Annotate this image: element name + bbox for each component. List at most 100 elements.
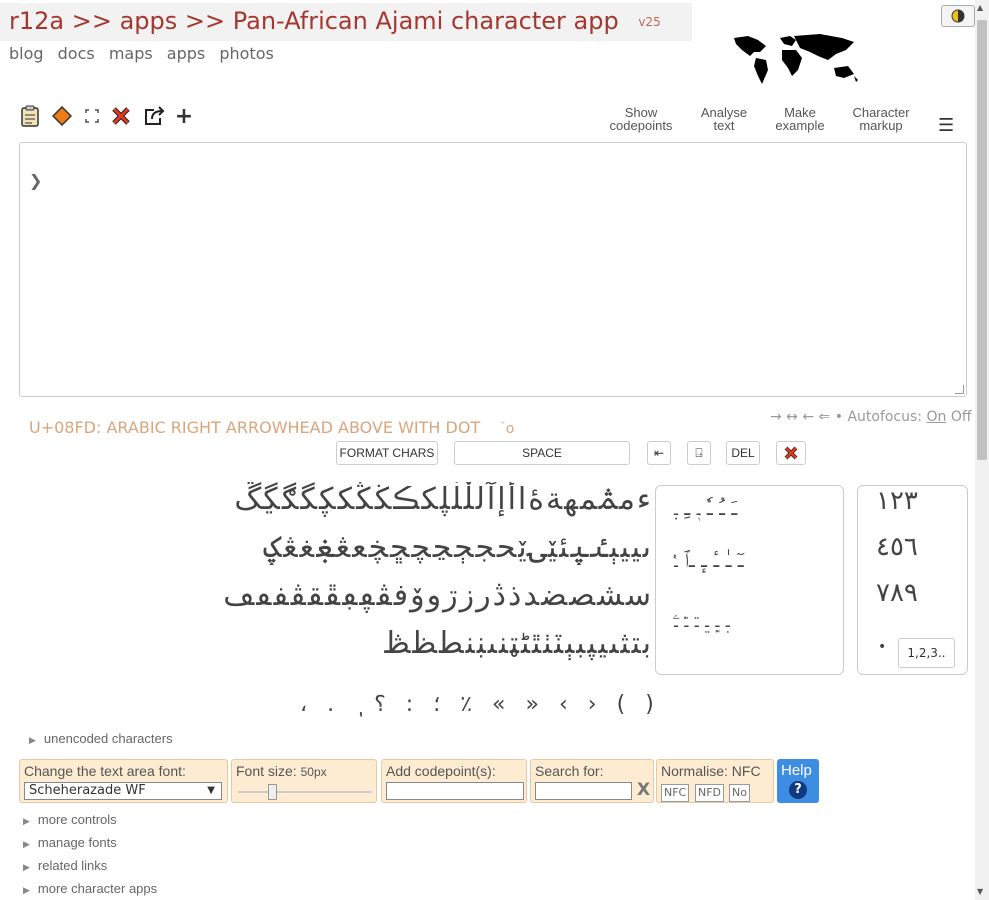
char-key[interactable]: ڿ — [369, 530, 388, 565]
char-key[interactable]: چ — [411, 530, 430, 565]
char-key[interactable]: ڠ — [336, 530, 350, 565]
more-apps-toggle[interactable]: ▶ more character apps — [23, 881, 157, 896]
ltr-mark-button[interactable]: ⇤ — [647, 441, 671, 465]
char-key[interactable]: ڭ — [356, 482, 373, 517]
char-key[interactable]: ف — [394, 578, 408, 613]
punctuation-key[interactable]: ) — [645, 692, 654, 717]
digits-row-1[interactable]: ١٢٣ — [876, 486, 918, 516]
char-key[interactable]: ڟ — [382, 626, 410, 661]
char-key[interactable]: و — [427, 578, 442, 613]
show-codepoints-button[interactable]: Show codepoints — [605, 106, 677, 132]
menu-icon[interactable]: ☰ — [938, 115, 954, 136]
char-key[interactable]: ۼ — [316, 530, 334, 565]
char-key[interactable]: ڃ — [433, 530, 452, 565]
char-key[interactable]: ي — [598, 626, 607, 661]
digits-row-3[interactable]: ٧٨٩ — [876, 578, 918, 608]
char-key[interactable]: ٸ — [590, 530, 608, 565]
char-key[interactable]: ى — [643, 530, 651, 565]
char-key[interactable]: ؼ — [264, 530, 282, 565]
char-key[interactable]: ڥ — [359, 578, 374, 613]
char-key[interactable]: ټ — [510, 626, 519, 661]
more-controls-toggle[interactable]: ▶ more controls — [23, 812, 117, 827]
char-key[interactable]: ڗ — [443, 578, 458, 613]
char-key[interactable]: ن — [466, 626, 475, 661]
char-key[interactable]: ۆ — [410, 578, 425, 613]
char-key[interactable]: ل — [476, 482, 485, 517]
bullet-char[interactable]: • — [878, 639, 886, 655]
char-key[interactable]: ٮ — [609, 626, 618, 661]
resize-handle[interactable] — [955, 385, 964, 394]
main-textarea[interactable]: ❯ — [19, 142, 967, 397]
char-key[interactable]: ڲ — [263, 482, 280, 517]
char-key[interactable]: ب — [643, 626, 651, 661]
char-key[interactable]: ۑ — [570, 530, 588, 565]
fullscreen-icon[interactable] — [80, 104, 104, 128]
scroll-up-icon[interactable]: ▲ — [977, 3, 983, 12]
char-key[interactable]: ڤ — [377, 578, 392, 613]
char-key[interactable]: ڶ — [452, 482, 462, 517]
nav-link-apps[interactable]: apps — [167, 44, 205, 63]
char-key[interactable]: س — [626, 578, 651, 613]
clear-text-button[interactable] — [776, 441, 806, 465]
char-key[interactable]: م — [619, 482, 635, 517]
related-links-toggle[interactable]: ▶ related links — [23, 858, 107, 873]
nav-link-maps[interactable]: maps — [109, 44, 153, 63]
char-key[interactable]: ࢧ — [599, 482, 617, 517]
punctuation-key[interactable]: ؛ — [433, 692, 440, 717]
format-chars-button[interactable]: FORMAT CHARS — [336, 441, 438, 465]
char-key[interactable]: ں — [488, 626, 497, 661]
punctuation-key[interactable]: : — [406, 692, 413, 717]
clear-icon[interactable] — [109, 104, 133, 128]
char-key[interactable]: ن — [499, 626, 508, 661]
punctuation-key[interactable]: » — [526, 692, 539, 717]
char-key[interactable]: ې — [609, 530, 618, 565]
char-key[interactable]: ب — [576, 626, 585, 661]
char-key[interactable]: ه — [564, 482, 578, 517]
char-key[interactable]: ظ — [412, 626, 437, 661]
punctuation-key[interactable]: › — [588, 692, 597, 717]
character-markup-button[interactable]: Character markup — [846, 106, 916, 132]
no-normalise-button[interactable]: No — [729, 784, 750, 802]
digits-row-2[interactable]: ٤٥٦ — [876, 532, 918, 562]
direction-arrows[interactable]: → ↔ ← ⇐ • — [770, 409, 843, 425]
punctuation-key[interactable]: « — [492, 692, 505, 717]
char-key[interactable]: ڄ — [454, 530, 473, 565]
char-key[interactable]: ڬ — [375, 482, 392, 517]
char-key[interactable]: ڡ — [223, 578, 254, 613]
char-key[interactable]: ڦ — [325, 578, 340, 613]
char-key[interactable]: ێ — [548, 530, 557, 565]
char-key[interactable]: ڪ — [393, 482, 419, 517]
punctuation-key[interactable]: . — [327, 692, 334, 717]
char-key[interactable]: ع — [352, 530, 366, 565]
char-key[interactable]: ذ — [508, 578, 521, 613]
char-key[interactable]: ڧ — [273, 578, 288, 613]
char-key[interactable]: ڹ — [477, 626, 486, 661]
char-key[interactable]: ی — [632, 530, 641, 565]
char-key[interactable]: ۀ — [528, 482, 544, 517]
diacritics-row-3[interactable]: ـ࣭ ـ࣯ ـ࣮ ـ࣫ ـ࣬ ـۧ — [674, 608, 730, 632]
manage-fonts-toggle[interactable]: ▶ manage fonts — [23, 835, 117, 850]
nfd-button[interactable]: NFD — [695, 784, 725, 802]
char-key[interactable]: ۍ — [529, 530, 547, 565]
analyse-text-button[interactable]: Analyse text — [693, 106, 755, 132]
make-example-button[interactable]: Make example — [769, 106, 831, 132]
char-key[interactable]: ط — [439, 626, 464, 661]
char-key[interactable]: پ — [587, 626, 596, 661]
char-key[interactable]: غ — [300, 530, 314, 565]
char-key[interactable]: إ — [497, 482, 505, 517]
autofocus-on-link[interactable]: On — [926, 409, 946, 425]
unencoded-characters-toggle[interactable]: ▶ unencoded characters — [29, 731, 173, 746]
punctuation-key[interactable]: ، — [300, 692, 307, 717]
char-key[interactable]: ء — [637, 482, 651, 517]
punctuation-key[interactable]: ‹ — [559, 692, 568, 717]
char-key[interactable]: ڠ — [283, 530, 297, 565]
char-key[interactable]: ێ — [518, 530, 526, 565]
char-key[interactable]: ڵ — [464, 482, 474, 517]
char-key[interactable]: ئ — [559, 530, 568, 565]
char-key[interactable]: ج — [475, 530, 494, 565]
char-key[interactable]: أ — [508, 482, 516, 517]
delete-button[interactable]: DEL — [726, 441, 760, 465]
char-key[interactable]: م — [580, 482, 597, 517]
clipboard-icon[interactable] — [18, 104, 42, 128]
char-key[interactable]: ڸ — [440, 482, 450, 517]
